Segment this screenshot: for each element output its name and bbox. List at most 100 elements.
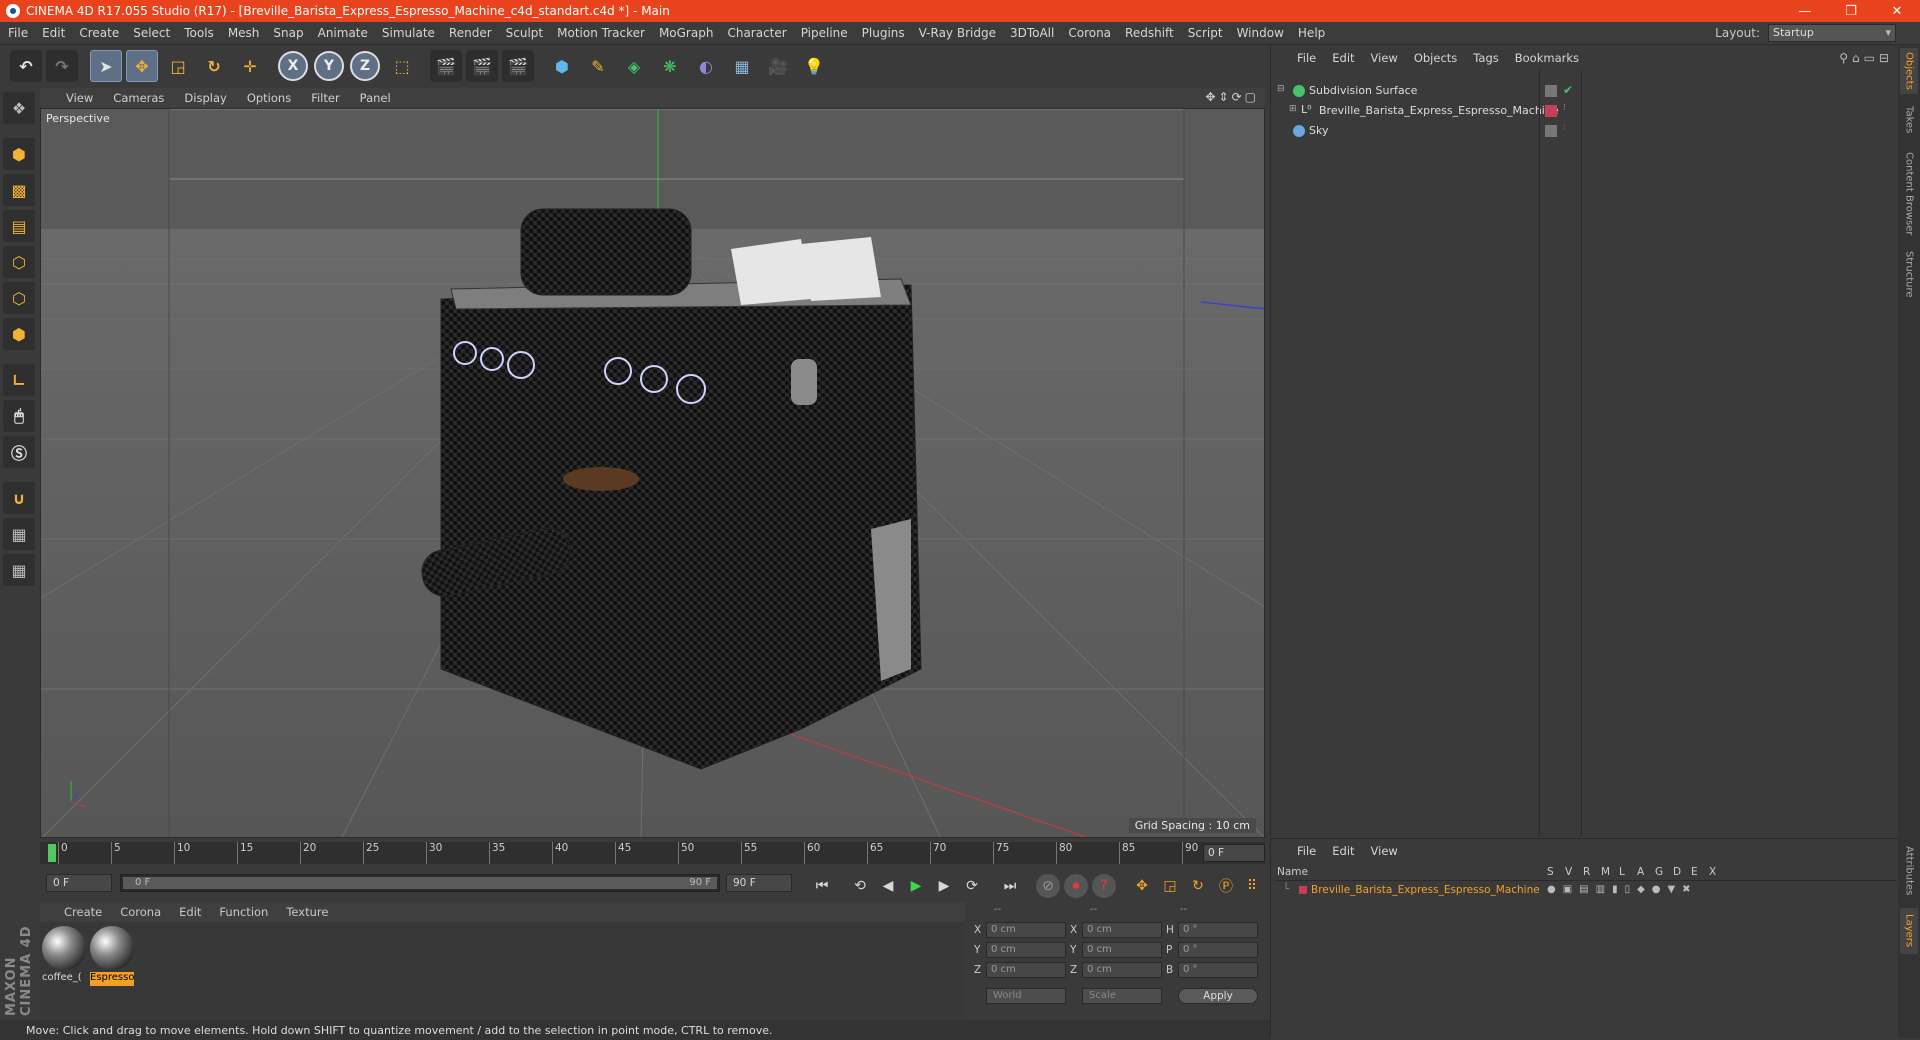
menu-animate[interactable]: Animate <box>318 26 368 40</box>
side-tab-content-browser[interactable]: Content Browser <box>1900 146 1918 242</box>
key-rotation-button[interactable]: ↻ <box>1186 874 1210 898</box>
snap-button[interactable]: Ⓢ <box>3 436 35 468</box>
points-mode-button[interactable]: ⬡ <box>3 246 35 278</box>
menu-redshift[interactable]: Redshift <box>1125 26 1174 40</box>
object-menu-edit[interactable]: Edit <box>1332 51 1354 65</box>
object-row-sky[interactable]: Sky ⁝ <box>1271 122 1901 140</box>
apply-button[interactable]: Apply <box>1178 988 1258 1004</box>
menu-mograph[interactable]: MoGraph <box>659 26 714 40</box>
next-frame-button[interactable]: ▶ <box>932 874 956 898</box>
render-picture-viewer-button[interactable]: 🎬 <box>466 50 498 82</box>
layout-dropdown[interactable]: Startup <box>1768 24 1896 42</box>
menu-select[interactable]: Select <box>133 26 170 40</box>
layer-color-swatch[interactable] <box>1299 886 1307 894</box>
menu-plugins[interactable]: Plugins <box>862 26 905 40</box>
layer-row[interactable]: └ Breville_Barista_Express_Espresso_Mach… <box>1275 883 1897 899</box>
menu-sculpt[interactable]: Sculpt <box>506 26 543 40</box>
position-y-field[interactable]: 0 cm <box>986 942 1066 958</box>
scale-tool-button[interactable]: ◲ <box>162 50 194 82</box>
z-axis-lock-button[interactable]: Z <box>350 51 380 81</box>
viewport-menu-panel[interactable]: Panel <box>360 91 391 105</box>
magnet-button[interactable]: ∪ <box>3 482 35 514</box>
menu-tools[interactable]: Tools <box>184 26 214 40</box>
close-button[interactable]: ✕ <box>1874 0 1920 22</box>
side-tab-attributes[interactable]: Attributes <box>1900 838 1918 904</box>
perspective-viewport[interactable]: Perspective Grid Spacing : 10 cm <box>40 108 1265 838</box>
menu-create[interactable]: Create <box>79 26 119 40</box>
layer-menu-edit[interactable]: Edit <box>1332 844 1354 858</box>
minimize-button[interactable]: — <box>1782 0 1828 22</box>
layer-menu-file[interactable]: File <box>1297 844 1316 858</box>
polygons-mode-button[interactable]: ⬢ <box>3 318 35 350</box>
viewport-menu-cameras[interactable]: Cameras <box>113 91 164 105</box>
end-frame-field[interactable]: 90 F <box>726 874 792 892</box>
go-to-start-button[interactable]: ⏮ <box>810 874 834 898</box>
menu-3dtoall[interactable]: 3DToAll <box>1010 26 1054 40</box>
lock-workplane-button[interactable]: ▦ <box>3 518 35 550</box>
material-menu-function[interactable]: Function <box>219 905 268 919</box>
redo-button[interactable]: ↷ <box>46 50 78 82</box>
live-selection-button[interactable]: ➤ <box>90 50 122 82</box>
material-menu-texture[interactable]: Texture <box>286 905 328 919</box>
render-dots-icon[interactable]: ⁝ <box>1563 123 1566 133</box>
motion-record-button[interactable]: ⊘ <box>1036 874 1060 898</box>
viewport-menu-view[interactable]: View <box>66 91 93 105</box>
object-name[interactable]: Subdivision Surface <box>1309 84 1417 97</box>
object-menu-bookmarks[interactable]: Bookmarks <box>1515 51 1579 65</box>
coordinate-system-button[interactable]: ⬚ <box>386 50 418 82</box>
menu-file[interactable]: File <box>8 26 28 40</box>
material-label-selected[interactable]: Espresso <box>90 972 134 986</box>
key-pla-button[interactable]: ⠿ <box>1240 874 1264 898</box>
tweak-mode-button[interactable]: 🖱 <box>3 400 35 432</box>
add-spline-button[interactable]: ✎ <box>582 50 614 82</box>
menu-corona[interactable]: Corona <box>1068 26 1111 40</box>
go-to-end-button[interactable]: ⏭ <box>998 874 1022 898</box>
visibility-toggle-icon[interactable] <box>1545 85 1557 97</box>
collapse-icon[interactable]: ⊟ <box>1277 84 1285 94</box>
rotation-b-field[interactable]: 0 ° <box>1178 962 1258 978</box>
undo-button[interactable]: ↶ <box>10 50 42 82</box>
coordinate-space-dropdown[interactable]: World <box>986 988 1066 1004</box>
add-light-button[interactable]: 💡 <box>798 50 830 82</box>
timeline-ruler[interactable]: 0 5 10 15 20 25 30 35 40 45 50 55 60 65 … <box>40 842 1265 864</box>
add-generator-button[interactable]: ◈ <box>618 50 650 82</box>
menu-render[interactable]: Render <box>449 26 492 40</box>
next-key-button[interactable]: ⟳ <box>960 874 984 898</box>
autokey-button[interactable]: ? <box>1092 874 1116 898</box>
recent-tool-button[interactable]: ✛ <box>234 50 266 82</box>
viewport-menu-options[interactable]: Options <box>247 91 291 105</box>
object-row-subdivision[interactable]: ⊟ Subdivision Surface ✔ <box>1271 82 1901 100</box>
rotation-h-field[interactable]: 0 ° <box>1178 922 1258 938</box>
timeline-playhead[interactable] <box>48 844 56 862</box>
axis-mode-button[interactable]: ∟ <box>3 364 35 396</box>
material-menu-edit[interactable]: Edit <box>179 905 201 919</box>
layer-menu-view[interactable]: View <box>1371 844 1398 858</box>
material-menu-create[interactable]: Create <box>64 905 102 919</box>
previous-frame-button[interactable]: ◀ <box>876 874 900 898</box>
add-camera-button[interactable]: 🎥 <box>762 50 794 82</box>
object-menu-file[interactable]: File <box>1297 51 1316 65</box>
side-tab-objects[interactable]: Objects <box>1900 48 1918 94</box>
object-menu-tags[interactable]: Tags <box>1473 51 1498 65</box>
make-editable-button[interactable]: ❖ <box>3 92 35 124</box>
add-deformer-button[interactable]: ◐ <box>690 50 722 82</box>
object-row-machine[interactable]: ⊞ L⁰ Breville_Barista_Express_Espresso_M… <box>1271 102 1901 120</box>
position-z-field[interactable]: 0 cm <box>986 962 1066 978</box>
add-cube-button[interactable]: ⬢ <box>546 50 578 82</box>
layer-name[interactable]: Breville_Barista_Express_Espresso_Machin… <box>1311 884 1540 896</box>
object-manager-toolbar-icons[interactable]: ⚲⌂▭⊟ <box>1839 51 1893 65</box>
size-y-field[interactable]: 0 cm <box>1082 942 1162 958</box>
viewport-menu-filter[interactable]: Filter <box>311 91 339 105</box>
render-view-button[interactable]: 🎬 <box>430 50 462 82</box>
menu-character[interactable]: Character <box>727 26 786 40</box>
model-mode-button[interactable]: ⬢ <box>3 138 35 170</box>
material-thumbnail[interactable] <box>90 926 134 970</box>
workplane-mode-button[interactable]: ▤ <box>3 210 35 242</box>
viewport-nav-icons[interactable]: ✥⇕⟳▢ <box>1205 90 1259 104</box>
object-name[interactable]: Sky <box>1309 124 1328 137</box>
expand-icon[interactable]: ⊞ <box>1289 104 1297 114</box>
menu-pipeline[interactable]: Pipeline <box>801 26 848 40</box>
add-array-button[interactable]: ❋ <box>654 50 686 82</box>
layer-toggle-icons[interactable]: ●▣▤▥▮▯◆●▼✖ <box>1547 884 1698 895</box>
object-menu-view[interactable]: View <box>1371 51 1398 65</box>
